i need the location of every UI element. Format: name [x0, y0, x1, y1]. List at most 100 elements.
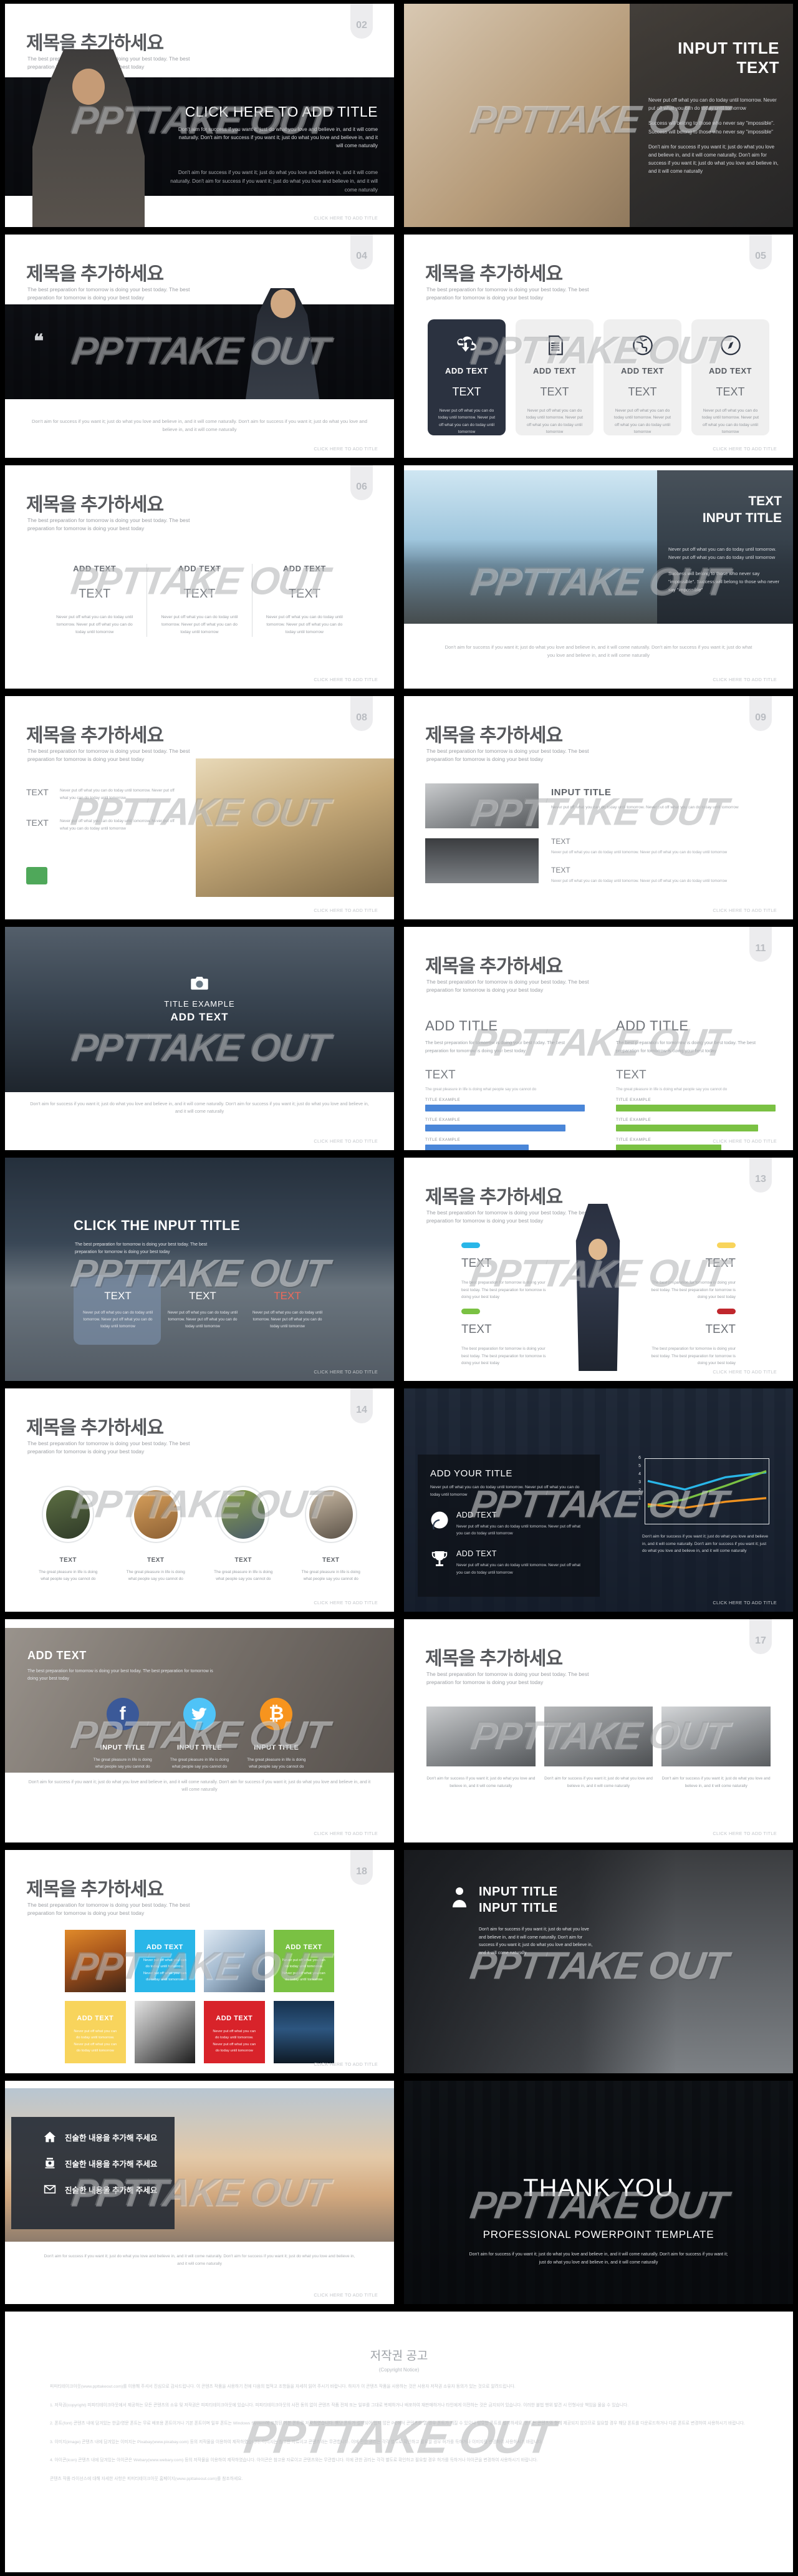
team-member[interactable]: TEXT The great pleasure in life is doing…: [293, 1486, 370, 1582]
process-node[interactable]: TEXT The best preparation for tomorrow i…: [648, 1309, 736, 1367]
feature-card[interactable]: ADD TEXT TEXT Never put off what you can…: [428, 319, 506, 435]
bottom-note: Don't aim for success if you want it; ju…: [30, 1100, 369, 1114]
slide-thumbnail-1[interactable]: 제목을 추가하세요 The best preparation for tomor…: [0, 0, 399, 231]
tile-heading: ADD TEXT: [216, 2015, 253, 2022]
slide-thumbnail-19[interactable]: 진술한 내용을 추가해 주세요 진술한 내용을 추가해 주세요 진술한 내용을 …: [0, 2077, 399, 2308]
list-item[interactable]: ADD TEXT Never put off what you can do t…: [430, 1549, 587, 1576]
grid-cell[interactable]: Don't aim for success if you want it; ju…: [426, 1707, 536, 1789]
slide-thumbnail-11[interactable]: CLICK THE INPUT TITLE The best preparati…: [0, 1154, 399, 1385]
member-name: TEXT: [322, 1557, 340, 1564]
person-badge-icon: [453, 1887, 466, 1907]
tile-color[interactable]: ADD TEXT Never put off what you can do t…: [134, 1930, 195, 1992]
social-item[interactable]: INPUT TITLE The great pleasure in life i…: [169, 1698, 229, 1770]
footer-note: CLICK HERE TO ADD TITLE: [314, 446, 378, 452]
slide-thumbnail-18[interactable]: INPUT TITLE INPUT TITLE Don't aim for su…: [399, 1846, 798, 2077]
column-text: TEXT: [288, 587, 320, 601]
slide-thumbnail-10[interactable]: 제목을 추가하세요 The best preparation for tomor…: [399, 923, 798, 1154]
group-text: TEXT: [425, 1068, 456, 1082]
slide-thumbnail-4[interactable]: 제목을 추가하세요 The best preparation for tomor…: [399, 231, 798, 462]
hero-image: [5, 304, 394, 399]
list-item[interactable]: TEXT Never put off what you can do today…: [249, 1290, 325, 1330]
list-item[interactable]: TEXT Never put off what you can do today…: [551, 866, 774, 884]
social-item[interactable]: ₿ INPUT TITLE The great pleasure in life…: [246, 1698, 307, 1770]
slide-thumbnail-9[interactable]: TITLE EXAMPLE ADD TEXT Don't aim for suc…: [0, 923, 399, 1154]
slide-thumbnail-5[interactable]: 제목을 추가하세요 The best preparation for tomor…: [0, 462, 399, 692]
column-item[interactable]: ADD TEXT TEXT Never put off what you can…: [147, 564, 251, 637]
cell-description: Don't aim for success if you want it; ju…: [661, 1776, 771, 1788]
tile-color[interactable]: ADD TEXT Never put off what you can do t…: [273, 1930, 334, 1992]
grid-cell[interactable]: Don't aim for success if you want it; ju…: [544, 1707, 653, 1789]
bitcoin-icon[interactable]: ₿: [260, 1698, 293, 1730]
slide-deck: 제목을 추가하세요 The best preparation for tomor…: [0, 0, 798, 2576]
slide-thumbnail-15[interactable]: ADD TEXT The best preparation for tomorr…: [0, 1615, 399, 1846]
process-node[interactable]: TEXT The best preparation for tomorrow i…: [461, 1242, 549, 1301]
list-item[interactable]: TEXT Never put off what you can do today…: [165, 1290, 241, 1330]
card-description: Never put off what you can do today unti…: [438, 409, 496, 434]
slide-thumbnail-8[interactable]: 제목을 추가하세요 The best preparation for tomor…: [399, 692, 798, 923]
team-member[interactable]: TEXT The great pleasure in life is doing…: [205, 1486, 282, 1582]
item-description: Never put off what you can do today unti…: [551, 850, 728, 855]
panel-subtitle: Never put off what you can do today unti…: [430, 1485, 580, 1497]
list-item[interactable]: TEXT Never put off what you can do today…: [551, 837, 774, 856]
item-label: INPUT TITLE: [100, 1744, 145, 1751]
tile-color[interactable]: ADD TEXT Never put off what you can do t…: [65, 2001, 126, 2063]
thank-you-title: THANK YOU: [523, 2174, 674, 2202]
team-member[interactable]: TEXT The great pleasure in life is doing…: [118, 1486, 195, 1582]
tile-photo[interactable]: [134, 2001, 195, 2063]
node-label: TEXT: [461, 1257, 492, 1270]
process-node[interactable]: TEXT The best preparation for tomorrow i…: [648, 1242, 736, 1301]
camera-icon: [191, 977, 208, 990]
page-subtitle: The best preparation for tomorrow is doi…: [426, 979, 589, 994]
slide-thumbnail-20[interactable]: THANK YOU PROFESSIONAL POWERPOINT TEMPLA…: [399, 2077, 798, 2308]
process-node[interactable]: TEXT The best preparation for tomorrow i…: [461, 1309, 549, 1367]
node-description: The best preparation for tomorrow is doi…: [461, 1347, 546, 1366]
tile-grid: ADD TEXT Never put off what you can do t…: [65, 1930, 334, 2063]
feature-card[interactable]: ADD TEXT TEXT Never put off what you can…: [691, 319, 769, 435]
body-copy: Never put off what you can do today unti…: [668, 545, 782, 601]
tile-photo[interactable]: [65, 1930, 126, 1992]
node-label: TEXT: [705, 1323, 736, 1336]
feature-card[interactable]: ADD TEXT TEXT Never put off what you can…: [603, 319, 681, 435]
axis-tick: 4: [638, 1471, 641, 1476]
slide-thumbnail-16[interactable]: 제목을 추가하세요 The best preparation for tomor…: [399, 1615, 798, 1846]
list-item[interactable]: TEXT Never put off what you can do today…: [26, 818, 182, 832]
thumbnail-image[interactable]: [425, 783, 539, 828]
copyright-title: 저작권 공고: [370, 2350, 428, 2363]
contact-row[interactable]: 진술한 내용을 추가해 주세요: [44, 2157, 175, 2169]
page-subtitle: The best preparation for tomorrow is doi…: [27, 748, 190, 763]
tile-description: Never put off what you can do today unti…: [213, 2030, 256, 2053]
column-item[interactable]: ADD TEXT TEXT Never put off what you can…: [251, 564, 357, 637]
contact-row[interactable]: 진술한 내용을 추가해 주세요: [44, 2183, 175, 2196]
slide-thumbnail-3[interactable]: 제목을 추가하세요 The best preparation for tomor…: [0, 231, 399, 462]
slide-thumbnail-6[interactable]: TEXT INPUT TITLE Never put off what you …: [399, 462, 798, 692]
social-item[interactable]: f INPUT TITLE The great pleasure in life…: [92, 1698, 153, 1770]
list-item[interactable]: TEXT Never put off what you can do today…: [80, 1290, 156, 1330]
slide-thumbnail-13[interactable]: 제목을 추가하세요 The best preparation for tomor…: [0, 1385, 399, 1615]
hero-title: CLICK HERE TO ADD TITLE: [185, 104, 378, 120]
slide-thumbnail-12[interactable]: 제목을 추가하세요 The best preparation for tomor…: [399, 1154, 798, 1385]
slide-thumbnail-21[interactable]: 저작권 공고 (Copyright Notice) 피피티테이크아웃(www.p…: [0, 2308, 798, 2576]
slide-thumbnail-7[interactable]: 제목을 추가하세요 The best preparation for tomor…: [0, 692, 399, 923]
contact-row[interactable]: 진술한 내용을 추가해 주세요: [44, 2131, 175, 2143]
thank-you-description: Don't aim for success if you want it; ju…: [469, 2252, 728, 2265]
thumbnail-image[interactable]: [425, 838, 539, 883]
twitter-icon[interactable]: [183, 1698, 216, 1730]
grid-cell[interactable]: Don't aim for success if you want it; ju…: [661, 1707, 771, 1789]
tile-photo[interactable]: [204, 1930, 265, 1992]
list-item[interactable]: TEXT Never put off what you can do today…: [26, 787, 182, 801]
tile-color[interactable]: ADD TEXT Never put off what you can do t…: [204, 2001, 265, 2063]
list-item[interactable]: ADD TEXT Never put off what you can do t…: [430, 1511, 587, 1537]
title-line-1: INPUT TITLE: [479, 1885, 558, 1899]
slide-thumbnail-17[interactable]: 제목을 추가하세요 The best preparation for tomor…: [0, 1846, 399, 2077]
businessman-head: [72, 69, 105, 105]
team-member[interactable]: TEXT The great pleasure in life is doing…: [30, 1486, 107, 1582]
footer-note: CLICK HERE TO ADD TITLE: [314, 1138, 378, 1144]
slide-thumbnail-2[interactable]: INPUT TITLE TEXT Never put off what you …: [399, 0, 798, 231]
copyright-title-en: (Copyright Notice): [378, 2367, 420, 2373]
facebook-icon[interactable]: f: [106, 1698, 139, 1730]
tile-photo[interactable]: [273, 2001, 334, 2063]
feature-card[interactable]: ADD TEXT TEXT Never put off what you can…: [516, 319, 594, 435]
text-list: TEXT Never put off what you can do today…: [26, 787, 182, 848]
slide-thumbnail-14[interactable]: ADD YOUR TITLE Never put off what you ca…: [399, 1385, 798, 1615]
column-item[interactable]: ADD TEXT TEXT Never put off what you can…: [42, 564, 147, 637]
